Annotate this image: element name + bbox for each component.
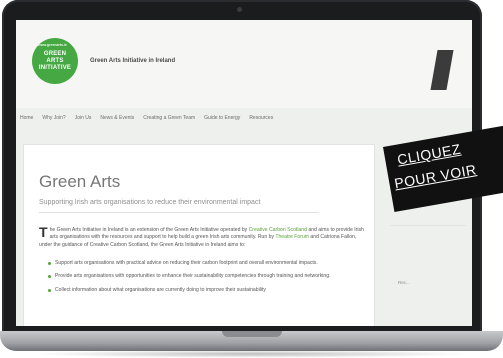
nav-item-news-events[interactable]: News & Events [100, 115, 134, 125]
link-creative-carbon-scotland[interactable]: Creative Carbon Scotland [249, 227, 307, 233]
banner-line-1: CLIQUEZ [396, 140, 463, 168]
list-item: Provide arts organisations with opportun… [48, 273, 368, 280]
list-item: Collect information about what organisat… [48, 287, 368, 294]
logo-line-3: INITIATIVE [38, 64, 72, 71]
nav-item-join-us[interactable]: Join Us [75, 115, 92, 125]
scene: www.greenarts.ie GREEN ARTS INITIATIVE G… [0, 0, 503, 358]
bullet-icon [48, 262, 51, 265]
logo-line-1: GREEN [43, 50, 67, 57]
nav-item-resources[interactable]: Resources [249, 115, 273, 125]
nav-item-home[interactable]: Home [20, 115, 33, 125]
intro-text-1: he Green Arts Initiative in Ireland is a… [49, 227, 249, 233]
logo-line-2: ARTS [46, 57, 64, 64]
site-title[interactable]: Green Arts Initiative in Ireland [90, 58, 175, 64]
laptop-shadow [30, 350, 473, 358]
nav-item-creating-green-team[interactable]: Creating a Green Team [143, 115, 195, 125]
sidebar-divider [390, 225, 466, 226]
list-item-text: Provide arts organisations with opportun… [55, 273, 331, 280]
site-header: www.greenarts.ie GREEN ARTS INITIATIVE G… [16, 20, 472, 108]
list-item-text: Collect information about what organisat… [55, 286, 266, 293]
dropcap: T [39, 224, 48, 240]
page-subtitle: Supporting Irish arts organisations to r… [39, 199, 261, 206]
logo-url: www.greenarts.ie [38, 43, 67, 47]
nav-item-why-join[interactable]: Why Join? [42, 115, 65, 125]
list-item-text: Support arts organisations with practica… [55, 260, 318, 266]
list-item: Support arts organisations with practica… [48, 260, 368, 267]
bullet-icon [48, 288, 51, 292]
page-title: Green Arts [39, 172, 121, 191]
sidebar-item[interactable]: Rec... [398, 280, 410, 285]
main-nav: Home Why Join? Join Us News & Events Cre… [20, 115, 273, 125]
webcam-icon [237, 7, 242, 12]
link-theatre-forum[interactable]: Theatre Forum [275, 234, 309, 240]
laptop-base [0, 331, 503, 351]
aims-list: Support arts organisations with practica… [48, 260, 368, 300]
bullet-icon [48, 275, 51, 279]
header-graphic [430, 50, 454, 90]
green-arts-logo[interactable]: www.greenarts.ie GREEN ARTS INITIATIVE [32, 38, 78, 84]
base-notch [222, 331, 282, 337]
nav-item-guide-to-energy[interactable]: Guide to Energy [204, 115, 240, 125]
intro-paragraph: The Green Arts Initiative in Ireland is … [39, 224, 367, 249]
title-divider [39, 212, 319, 213]
